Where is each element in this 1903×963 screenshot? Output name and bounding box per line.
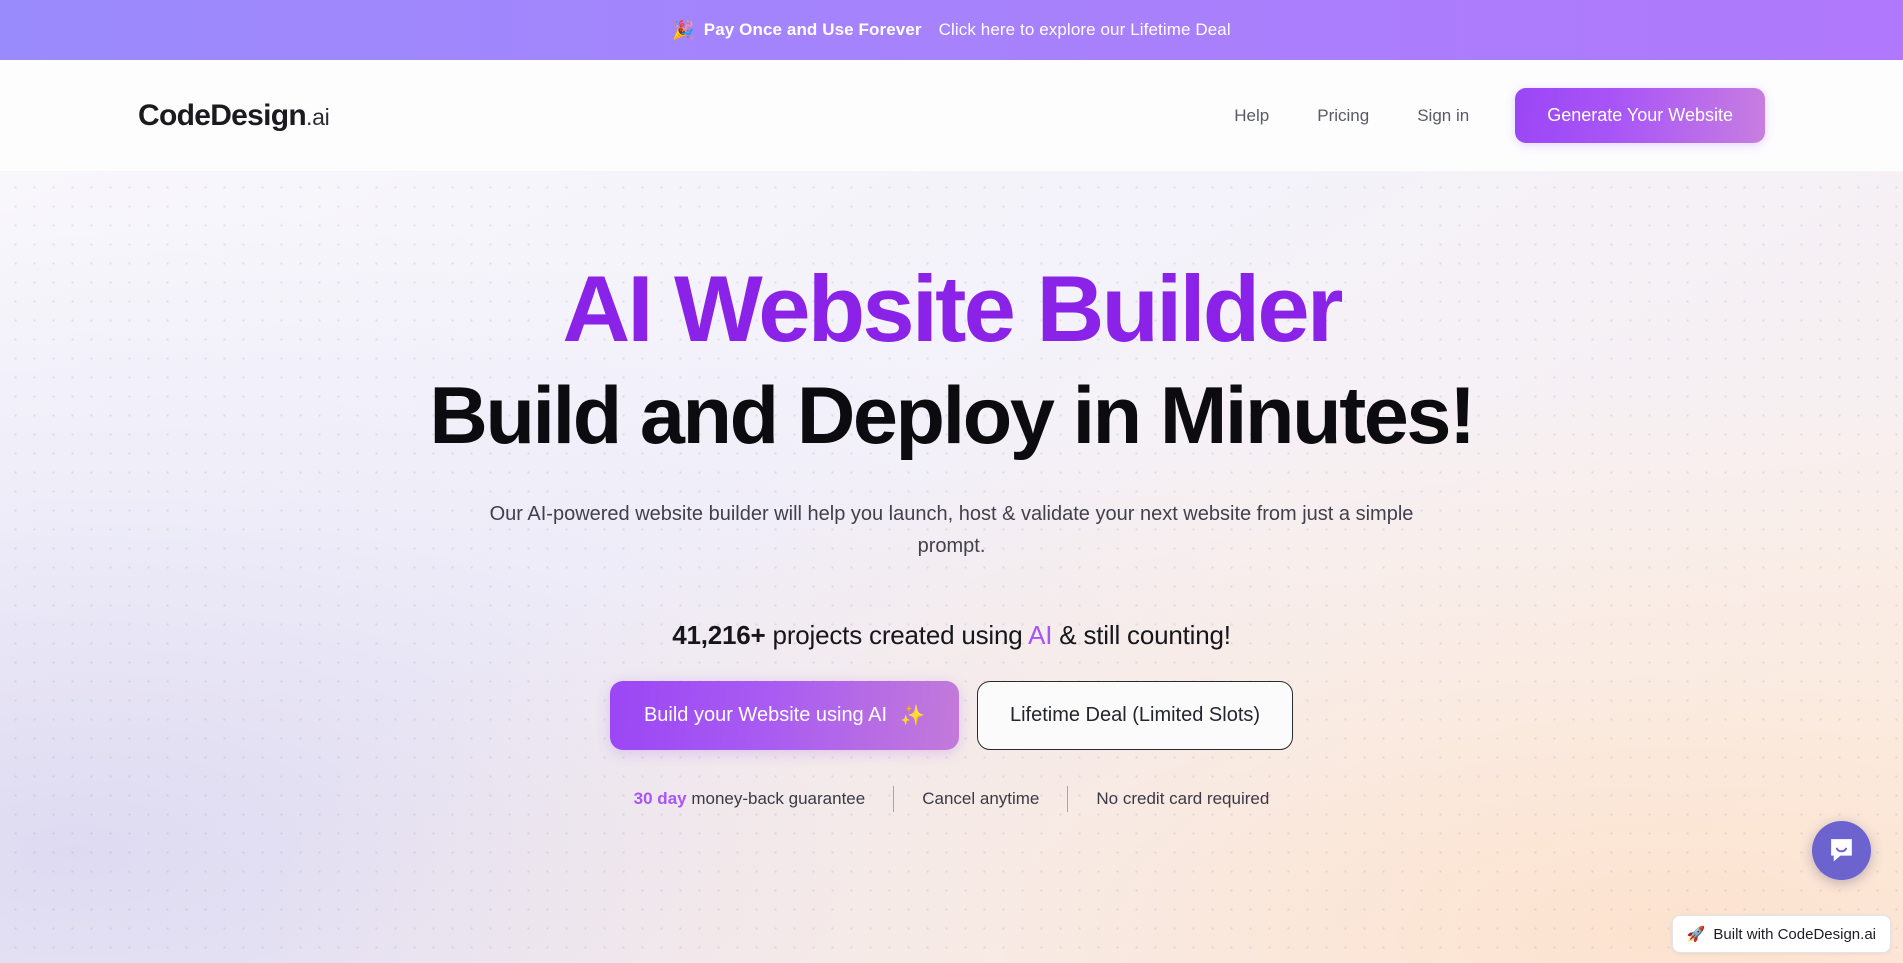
build-website-button-label: Build your Website using AI — [643, 703, 888, 726]
site-header: CodeDesign.ai Help Pricing Sign in Gener… — [0, 60, 1903, 172]
chat-launcher-button[interactable] — [1812, 821, 1871, 880]
money-back-guarantee: 30 day money-back guarantee — [606, 789, 894, 809]
chat-bubble-icon — [1831, 839, 1852, 862]
guarantee-row: 30 day money-back guarantee Cancel anyti… — [606, 785, 1298, 812]
build-website-using-ai-button[interactable]: Build your Website using AI ✨ — [609, 680, 959, 750]
projects-counter: 41,216+ projects created using AI & stil… — [672, 620, 1231, 651]
promo-banner-link[interactable]: Click here to explore our Lifetime Deal — [939, 20, 1231, 40]
logo-suffix-text: .ai — [306, 103, 330, 130]
promo-banner[interactable]: 🎉 Pay Once and Use Forever Click here to… — [0, 0, 1903, 60]
projects-count-value: 41,216+ — [672, 619, 766, 650]
nav-item-sign-in[interactable]: Sign in — [1393, 106, 1493, 126]
guarantee-divider — [893, 785, 895, 812]
lifetime-deal-button[interactable]: Lifetime Deal (Limited Slots) — [976, 680, 1294, 750]
projects-count-middle-text: projects created using — [765, 619, 1029, 650]
sparkles-icon: ✨ — [900, 704, 925, 727]
nav-item-help[interactable]: Help — [1210, 106, 1293, 126]
hero-headline-secondary: Build and Deploy in Minutes! — [429, 371, 1476, 461]
hero-section: AI Website Builder Build and Deploy in M… — [0, 172, 1903, 963]
logo[interactable]: CodeDesign.ai — [138, 98, 330, 133]
nav-item-pricing[interactable]: Pricing — [1293, 106, 1393, 126]
cancel-anytime-text: Cancel anytime — [922, 788, 1040, 808]
hero-cta-row: Build your Website using AI ✨ Lifetime D… — [609, 680, 1294, 750]
projects-count-tail-text: & still counting! — [1052, 619, 1231, 650]
built-with-badge-label: Built with CodeDesign.ai — [1713, 925, 1876, 943]
hero-content: AI Website Builder Build and Deploy in M… — [0, 172, 1903, 812]
projects-count-ai-word: AI — [1028, 619, 1053, 650]
promo-banner-content[interactable]: 🎉 Pay Once and Use Forever Click here to… — [672, 20, 1230, 40]
hero-headline-primary: AI Website Builder — [562, 256, 1343, 361]
money-back-text: money-back guarantee — [686, 788, 866, 808]
built-with-badge[interactable]: 🚀 Built with CodeDesign.ai — [1671, 915, 1891, 953]
guarantee-divider — [1067, 785, 1069, 812]
rocket-icon: 🚀 — [1686, 926, 1706, 943]
hero-subtitle: Our AI-powered website builder will help… — [489, 503, 1414, 558]
money-back-duration: 30 day — [633, 788, 687, 808]
promo-banner-headline: Pay Once and Use Forever — [703, 20, 922, 39]
party-popper-icon: 🎉 — [672, 20, 695, 40]
no-credit-card-text: No credit card required — [1096, 788, 1270, 808]
logo-main-text: CodeDesign — [138, 98, 307, 132]
generate-your-website-button[interactable]: Generate Your Website — [1515, 88, 1765, 143]
primary-navigation: Help Pricing Sign in Generate Your Websi… — [1210, 88, 1765, 143]
